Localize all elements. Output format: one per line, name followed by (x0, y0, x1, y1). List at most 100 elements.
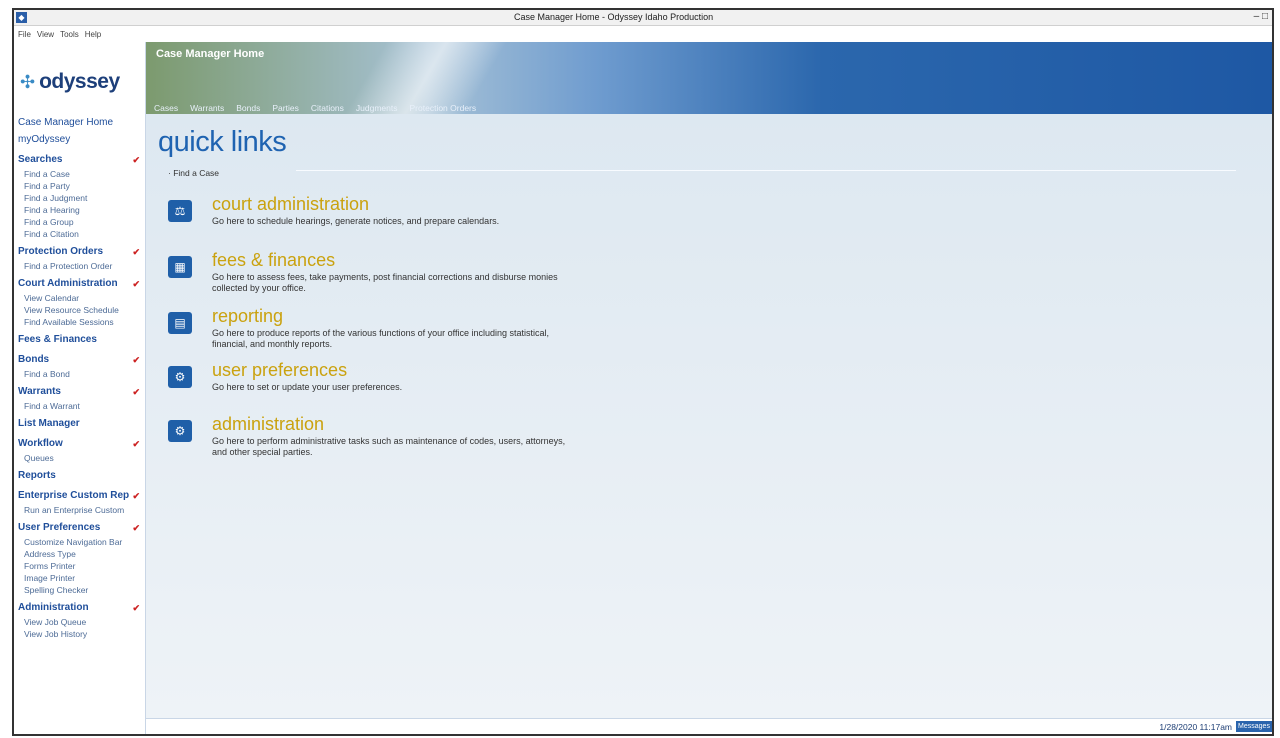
tab-cases[interactable]: Cases (154, 102, 178, 114)
sidebar-item-image-printer[interactable]: Image Printer (18, 572, 142, 584)
odyssey-logo-icon: ✣ (20, 71, 36, 92)
section-label: Workflow (18, 438, 63, 449)
sidebar-item-find-hearing[interactable]: Find a Hearing (18, 204, 142, 216)
sidebar-section-user-preferences[interactable]: User Preferences ✔ (18, 520, 142, 536)
report-tray-icon[interactable]: ▤ (168, 312, 192, 334)
user-gear-icon[interactable]: ⚙ (168, 366, 192, 388)
section-label: Court Administration (18, 278, 118, 289)
sidebar-item-find-judgment[interactable]: Find a Judgment (18, 192, 142, 204)
quick-link-heading[interactable]: fees & finances (212, 250, 335, 271)
quick-link-heading[interactable]: user preferences (212, 360, 347, 381)
header-tab-bar: Cases Warrants Bonds Parties Citations J… (146, 102, 476, 114)
window-controls[interactable]: – □ (1254, 11, 1268, 22)
quick-link-heading[interactable]: reporting (212, 306, 283, 327)
section-label: Administration (18, 602, 89, 613)
section-label: Bonds (18, 354, 50, 365)
section-label: Searches (18, 154, 63, 165)
quick-link-heading[interactable]: court administration (212, 194, 369, 215)
chevron-down-icon[interactable]: ✔ (132, 520, 140, 536)
tab-warrants[interactable]: Warrants (190, 102, 224, 114)
chevron-down-icon[interactable]: ✔ (132, 384, 140, 400)
section-label: Enterprise Custom Rep (18, 490, 130, 501)
tab-bonds[interactable]: Bonds (236, 102, 260, 114)
sidebar-item-view-job-queue[interactable]: View Job Queue (18, 616, 142, 628)
tab-judgments[interactable]: Judgments (356, 102, 398, 114)
tab-citations[interactable]: Citations (311, 102, 344, 114)
quick-link-heading[interactable]: administration (212, 414, 324, 435)
section-label: User Preferences (18, 522, 101, 533)
sidebar-item-run-enterprise-custom[interactable]: Run an Enterprise Custom (18, 504, 142, 516)
quick-link-description: Go here to produce reports of the variou… (212, 328, 550, 349)
sidebar-item-view-resource-schedule[interactable]: View Resource Schedule (18, 304, 142, 316)
sidebar-item-view-calendar[interactable]: View Calendar (18, 292, 142, 304)
sidebar-section-enterprise-custom-reports[interactable]: Enterprise Custom Rep ✔ (18, 488, 142, 504)
sidebar-item-case-manager-home[interactable]: Case Manager Home (18, 114, 142, 131)
main-content: quick links · Find a Case ⚖ court admini… (146, 114, 1272, 718)
cash-register-icon[interactable]: ▦ (168, 256, 192, 278)
sidebar-section-warrants[interactable]: Warrants ✔ (18, 384, 142, 400)
sidebar-item-customize-navigation-bar[interactable]: Customize Navigation Bar (18, 536, 142, 548)
section-label: Warrants (18, 386, 61, 397)
chevron-down-icon[interactable]: ✔ (132, 488, 140, 504)
quick-link-description: Go here to perform administrative tasks … (212, 436, 566, 457)
menu-help[interactable]: Help (85, 30, 101, 39)
sidebar-section-fees-finances[interactable]: Fees & Finances (18, 332, 142, 348)
title-bar: ◆ Case Manager Home - Odyssey Idaho Prod… (14, 10, 1272, 26)
admin-gear-icon[interactable]: ⚙ (168, 420, 192, 442)
sidebar-item-find-protection-order[interactable]: Find a Protection Order (18, 260, 142, 272)
menu-file[interactable]: File (18, 30, 31, 39)
sidebar-section-searches[interactable]: Searches ✔ (18, 152, 142, 168)
sidebar-section-protection-orders[interactable]: Protection Orders ✔ (18, 244, 142, 260)
chevron-down-icon[interactable]: ✔ (132, 436, 140, 452)
status-bar: 1/28/2020 11:17am Messages (146, 718, 1272, 734)
chevron-down-icon[interactable]: ✔ (132, 600, 140, 616)
sidebar-section-court-administration[interactable]: Court Administration ✔ (18, 276, 142, 292)
sidebar-item-forms-printer[interactable]: Forms Printer (18, 560, 142, 572)
messages-button[interactable]: Messages (1236, 721, 1272, 732)
sidebar-section-bonds[interactable]: Bonds ✔ (18, 352, 142, 368)
find-case-label: Find a Case (173, 168, 220, 178)
sidebar-item-find-citation[interactable]: Find a Citation (18, 228, 142, 240)
chevron-down-icon[interactable]: ✔ (132, 276, 140, 292)
chevron-down-icon[interactable]: ✔ (132, 244, 140, 260)
sidebar-item-queues[interactable]: Queues (18, 452, 142, 464)
sidebar-section-list-manager[interactable]: List Manager (18, 416, 142, 432)
menu-view[interactable]: View (37, 30, 54, 39)
sidebar-section-administration[interactable]: Administration ✔ (18, 600, 142, 616)
sidebar-item-view-job-history[interactable]: View Job History (18, 628, 142, 640)
tab-protection-orders[interactable]: Protection Orders (410, 102, 477, 114)
section-label: List Manager (18, 418, 80, 429)
tab-parties[interactable]: Parties (272, 102, 298, 114)
page-header-banner: Case Manager Home Cases Warrants Bonds P… (146, 42, 1272, 114)
sidebar-item-myodyssey[interactable]: myOdyssey (18, 131, 142, 148)
section-label: Reports (18, 470, 56, 481)
chevron-down-icon[interactable]: ✔ (132, 152, 140, 168)
content-divider (296, 170, 1236, 171)
window-title: Case Manager Home - Odyssey Idaho Produc… (514, 12, 714, 22)
section-label: Fees & Finances (18, 334, 97, 345)
sidebar-item-find-bond[interactable]: Find a Bond (18, 368, 142, 380)
sidebar-item-find-available-sessions[interactable]: Find Available Sessions (18, 316, 142, 328)
quick-link-description: Go here to schedule hearings, generate n… (212, 216, 500, 226)
odyssey-logo[interactable]: ✣ odyssey (20, 70, 120, 94)
sidebar-item-spelling-checker[interactable]: Spelling Checker (18, 584, 142, 596)
sidebar-item-find-group[interactable]: Find a Group (18, 216, 142, 228)
sidebar-item-find-party[interactable]: Find a Party (18, 180, 142, 192)
menu-bar: File View Tools Help (14, 26, 1272, 42)
chevron-down-icon[interactable]: ✔ (132, 352, 140, 368)
app-window: ◆ Case Manager Home - Odyssey Idaho Prod… (12, 8, 1274, 736)
quick-links-title: quick links (158, 126, 287, 158)
sidebar: ✣ odyssey Case Manager Home myOdyssey Se… (14, 42, 146, 734)
sidebar-item-address-type[interactable]: Address Type (18, 548, 142, 560)
odyssey-logo-text: odyssey (39, 70, 120, 93)
sidebar-section-workflow[interactable]: Workflow ✔ (18, 436, 142, 452)
sidebar-item-find-case[interactable]: Find a Case (18, 168, 142, 180)
quick-link-description: Go here to assess fees, take payments, p… (212, 272, 558, 293)
sidebar-section-reports[interactable]: Reports (18, 468, 142, 484)
status-datetime: 1/28/2020 11:17am (1159, 722, 1232, 732)
sidebar-item-find-warrant[interactable]: Find a Warrant (18, 400, 142, 412)
app-icon: ◆ (16, 12, 27, 23)
find-case-link[interactable]: · Find a Case (168, 168, 219, 178)
menu-tools[interactable]: Tools (60, 30, 79, 39)
courthouse-icon[interactable]: ⚖ (168, 200, 192, 222)
